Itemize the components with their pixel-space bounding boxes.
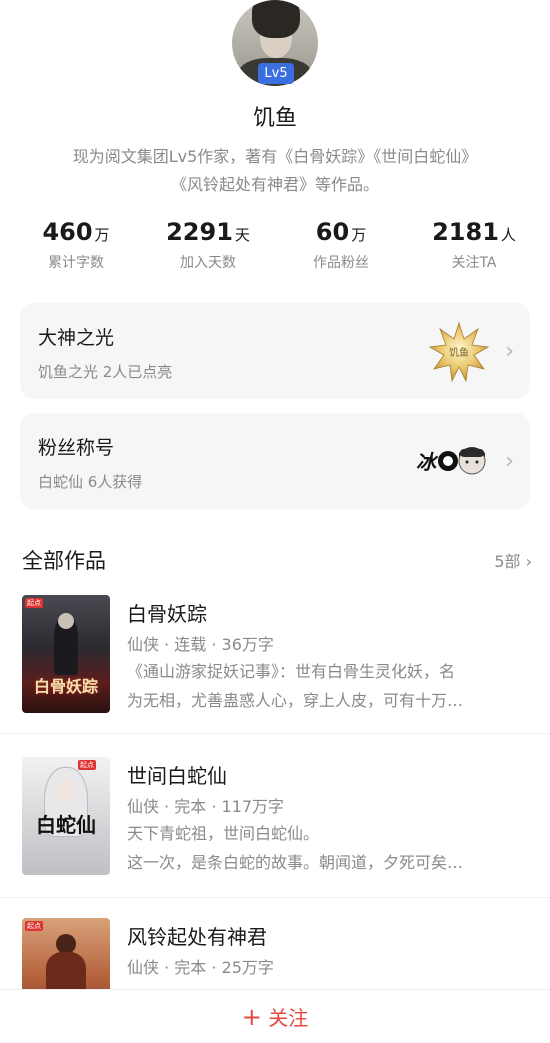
stat-unit: 万 — [94, 226, 110, 244]
fan-badge-text: 冰 — [416, 450, 439, 474]
author-avatar[interactable]: Lv5 — [232, 0, 318, 86]
stat-value: 460 — [42, 218, 93, 246]
follow-button[interactable]: + 关注 — [0, 1002, 550, 1031]
card-subtitle: 饥鱼之光 2人已点亮 — [38, 363, 173, 381]
book-description: 天下青蛇祖，世间白蛇仙。 这一次，是条白蛇的故事。朝闻道，夕死可矣… — [127, 819, 525, 877]
bottom-bar: + 关注 — [0, 989, 550, 1043]
desc-line: 天下青蛇祖，世间白蛇仙。 — [127, 824, 320, 843]
book-meta: 仙侠 · 完本 · 25万字 — [127, 958, 274, 977]
stat-following[interactable]: 2181 人 关注TA — [409, 218, 539, 272]
author-bio: 现为阅文集团Lv5作家，著有《白骨妖踪》《世间白蛇仙》 《风铃起处有神君》等作品… — [20, 143, 530, 199]
stat-unit: 万 — [351, 226, 367, 244]
level-badge: Lv5 — [258, 63, 294, 84]
book-item[interactable]: 起点 白蛇仙 世间白蛇仙 仙侠 · 完本 · 117万字 天下青蛇祖，世间白蛇仙… — [0, 757, 550, 907]
gold-medal-icon: 饥鱼 — [428, 321, 490, 383]
stat-label: 累计字数 — [48, 255, 104, 271]
stat-label: 加入天数 — [180, 255, 236, 271]
works-count: 5部 — [494, 552, 521, 571]
card-subtitle: 白蛇仙 6人获得 — [38, 473, 143, 491]
chevron-right-icon: › — [525, 552, 532, 571]
works-count-link[interactable]: 5部 › — [494, 548, 532, 572]
book-title: 世间白蛇仙 — [127, 764, 227, 788]
book-cover: 起点 白骨妖踪 — [22, 595, 110, 713]
stat-label: 作品粉丝 — [313, 255, 369, 271]
plus-icon: + — [241, 1003, 262, 1031]
desc-line: 《通山游家捉妖记事》：世有白骨生灵化妖，名 — [127, 662, 456, 681]
chevron-right-icon: › — [505, 339, 514, 364]
fan-title-card[interactable]: 粉丝称号 白蛇仙 6人获得 冰 › — [20, 413, 530, 509]
book-title: 白骨妖踪 — [127, 602, 207, 626]
chevron-right-icon: › — [505, 449, 514, 474]
desc-line: 这一次，是条白蛇的故事。朝闻道，夕死可矣… — [127, 853, 464, 872]
book-meta: 仙侠 · 连载 · 36万字 — [127, 635, 274, 654]
stat-unit: 人 — [500, 226, 516, 244]
stat-word-count: 460 万 累计字数 — [11, 218, 141, 272]
book-meta: 仙侠 · 完本 · 117万字 — [127, 797, 285, 816]
stat-value: 2291 — [166, 218, 233, 246]
stat-value: 60 — [315, 218, 350, 246]
book-item[interactable]: 起点 白骨妖踪 白骨妖踪 仙侠 · 连载 · 36万字 《通山游家捉妖记事》：世… — [0, 595, 550, 745]
medal-text: 饥鱼 — [449, 346, 469, 359]
stat-value: 2181 — [432, 218, 499, 246]
book-cover: 起点 白蛇仙 — [22, 757, 110, 875]
book-cover-title: 白骨妖踪 — [33, 677, 98, 696]
book-title: 风铃起处有神君 — [127, 925, 267, 949]
author-name: 饥鱼 — [252, 106, 297, 131]
divider — [0, 733, 550, 734]
stat-unit: 天 — [234, 226, 250, 244]
dashen-light-card[interactable]: 大神之光 饥鱼之光 2人已点亮 饥鱼 › — [20, 303, 530, 399]
bio-line: 《风铃起处有神君》等作品。 — [170, 175, 379, 194]
book-description: 《通山游家捉妖记事》：世有白骨生灵化妖，名 为无相，尤善蛊惑人心，穿上人皮，可有… — [127, 657, 525, 715]
card-title: 粉丝称号 — [38, 437, 115, 459]
bio-line: 现为阅文集团Lv5作家，著有《白骨妖踪》《世间白蛇仙》 — [72, 147, 478, 166]
stat-days-joined: 2291 天 加入天数 — [143, 218, 273, 272]
card-title: 大神之光 — [38, 327, 115, 349]
divider — [0, 897, 550, 898]
stat-label: 关注TA — [451, 255, 497, 271]
desc-line: 为无相，尤善蛊惑人心，穿上人皮，可有十万… — [127, 691, 464, 710]
works-section-title: 全部作品 — [22, 549, 106, 573]
stat-fans[interactable]: 60 万 作品粉丝 — [276, 218, 406, 272]
book-cover-title: 白蛇仙 — [36, 813, 96, 837]
stats-row: 460 万 累计字数 2291 天 加入天数 60 万 作品粉丝 2181 人 关注TA — [0, 218, 550, 274]
follow-label: 关注 — [268, 1006, 309, 1030]
fan-title-badge-icon: 冰 — [416, 447, 486, 475]
